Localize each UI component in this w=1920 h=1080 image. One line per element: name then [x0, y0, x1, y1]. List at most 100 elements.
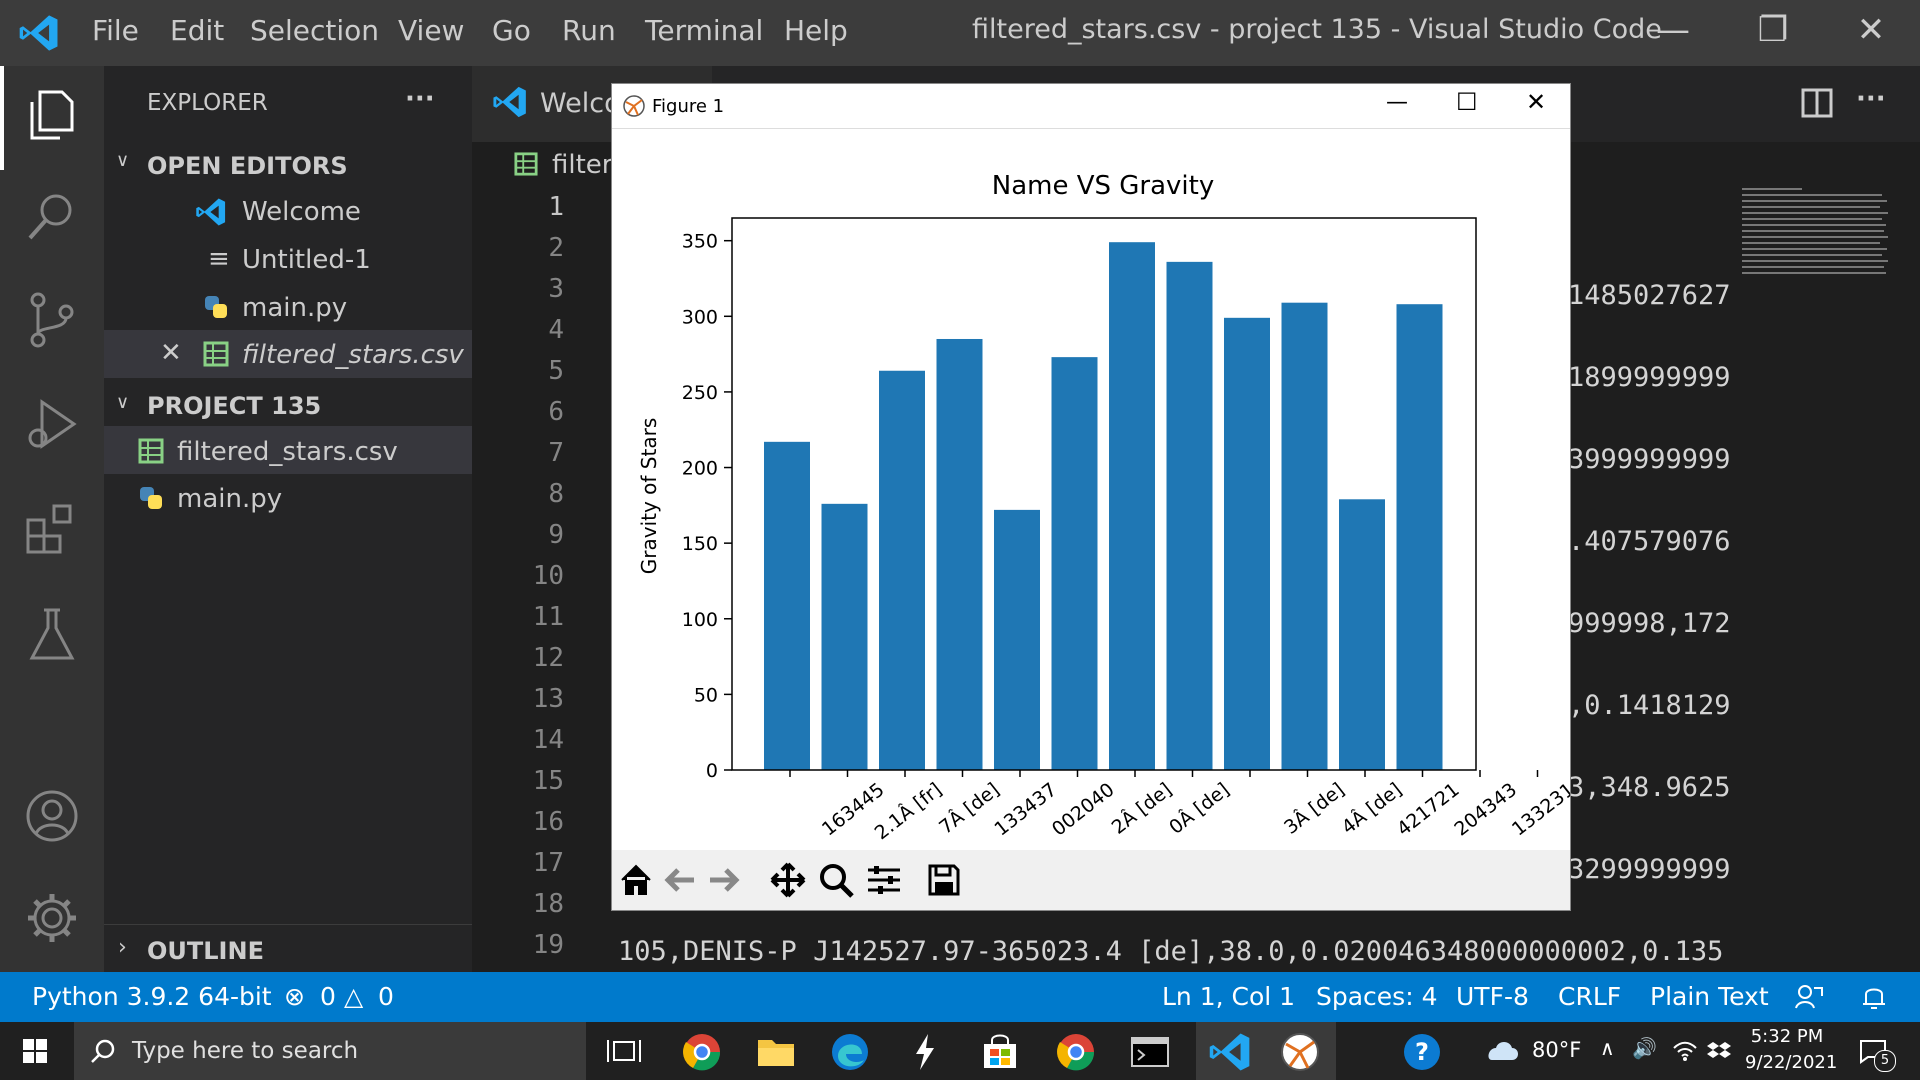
line-number: 7	[548, 438, 564, 468]
error-icon[interactable]: ⊗	[284, 982, 305, 1011]
cursor-position[interactable]: Ln 1, Col 1	[1162, 982, 1295, 1011]
line-number: 1	[548, 192, 564, 222]
chevron-down-icon[interactable]: ∨	[116, 392, 129, 413]
figure-maximize-button[interactable]: ☐	[1456, 88, 1478, 116]
active-indicator	[0, 66, 4, 170]
project-header[interactable]: PROJECT 135	[147, 392, 321, 420]
menu-terminal[interactable]: Terminal	[645, 14, 763, 47]
open-editor-untitled[interactable]: Untitled-1	[242, 245, 371, 275]
account-icon[interactable]	[22, 786, 82, 846]
chrome-icon[interactable]	[1054, 1030, 1098, 1074]
file-filtered-stars[interactable]: filtered_stars.csv	[177, 437, 398, 467]
pan-icon[interactable]	[768, 860, 808, 900]
error-count[interactable]: 0	[320, 982, 336, 1011]
app-bolt-icon[interactable]	[902, 1030, 946, 1074]
chevron-down-icon[interactable]: ∨	[116, 150, 129, 171]
close-editor-icon[interactable]: ✕	[160, 338, 182, 368]
search-icon[interactable]	[22, 186, 82, 246]
save-figure-icon[interactable]	[924, 860, 964, 900]
zoom-icon[interactable]	[816, 860, 856, 900]
taskbar-time[interactable]: 5:32 PM	[1745, 1026, 1829, 1047]
windows-start-icon[interactable]	[22, 1038, 48, 1064]
testing-flask-icon[interactable]	[22, 604, 82, 664]
figure-minimize-button[interactable]: —	[1386, 90, 1408, 115]
store-icon[interactable]	[978, 1030, 1022, 1074]
x-tick-label: 002040	[1048, 779, 1119, 841]
csv-file-icon	[138, 438, 164, 464]
menu-view[interactable]: View	[398, 14, 464, 47]
explorer-more-button[interactable]: ···	[405, 84, 435, 114]
vscode-taskbar-icon[interactable]	[1208, 1030, 1252, 1074]
language-mode[interactable]: Plain Text	[1650, 982, 1769, 1011]
warning-icon[interactable]: △	[344, 982, 363, 1011]
settings-gear-icon[interactable]	[22, 888, 82, 948]
x-tick-label: 4Â [de]	[1337, 778, 1406, 839]
task-view-icon[interactable]	[602, 1030, 646, 1074]
menu-go[interactable]: Go	[492, 14, 531, 47]
menu-edit[interactable]: Edit	[170, 14, 224, 47]
menu-run[interactable]: Run	[562, 14, 616, 47]
line-number: 18	[532, 889, 564, 919]
bar	[1281, 302, 1328, 770]
outline-header[interactable]: OUTLINE	[147, 937, 264, 965]
feedback-icon[interactable]	[1794, 982, 1824, 1012]
y-tick-label: 300	[682, 306, 718, 328]
open-editor-welcome[interactable]: Welcome	[242, 197, 361, 227]
line-number: 12	[532, 643, 564, 673]
restore-button[interactable]: ❐	[1738, 10, 1808, 56]
open-editors-header[interactable]: OPEN EDITORS	[147, 152, 348, 180]
split-editor-icon[interactable]	[1800, 86, 1834, 120]
python-file-icon	[205, 296, 227, 318]
y-tick-label: 0	[706, 760, 718, 782]
run-debug-icon[interactable]	[22, 394, 82, 454]
file-explorer-icon[interactable]	[754, 1030, 798, 1074]
open-editor-filtered-stars[interactable]: filtered_stars.csv	[242, 340, 464, 370]
home-icon[interactable]	[616, 860, 656, 900]
figure-close-button[interactable]: ✕	[1526, 88, 1546, 116]
menu-file[interactable]: File	[92, 14, 139, 47]
dropbox-icon[interactable]	[1706, 1040, 1732, 1062]
extensions-icon[interactable]	[22, 498, 82, 558]
breadcrumb-file[interactable]: filter	[552, 150, 612, 180]
line-number: 3	[548, 274, 564, 304]
minimap[interactable]	[1740, 186, 1890, 296]
notifications-bell-icon[interactable]	[1860, 982, 1888, 1012]
line-number: 14	[532, 725, 564, 755]
tab-welcome-label[interactable]: Welco	[540, 88, 621, 119]
indentation-status[interactable]: Spaces: 4	[1316, 982, 1437, 1011]
open-editor-main-py[interactable]: main.py	[242, 293, 347, 323]
configure-subplots-icon[interactable]	[864, 860, 904, 900]
python-interpreter-status[interactable]: Python 3.9.2 64-bit	[32, 982, 272, 1011]
eol-status[interactable]: CRLF	[1558, 982, 1621, 1011]
menu-help[interactable]: Help	[784, 14, 848, 47]
y-tick-label: 100	[682, 609, 718, 631]
warning-count[interactable]: 0	[378, 982, 394, 1011]
help-icon[interactable]: ?	[1400, 1030, 1444, 1074]
encoding-status[interactable]: UTF-8	[1456, 982, 1529, 1011]
close-button[interactable]: ✕	[1836, 10, 1906, 56]
back-arrow-icon[interactable]	[660, 860, 700, 900]
terminal-icon[interactable]	[1128, 1030, 1172, 1074]
editor-more-button[interactable]: ···	[1856, 84, 1886, 114]
chevron-up-icon[interactable]: ∧	[1600, 1036, 1615, 1060]
taskbar-date[interactable]: 9/22/2021	[1745, 1052, 1837, 1073]
forward-arrow-icon[interactable]	[704, 860, 744, 900]
weather-cloud-icon[interactable]	[1484, 1036, 1520, 1064]
wifi-icon[interactable]	[1672, 1040, 1698, 1062]
bar	[1109, 242, 1155, 770]
file-main-py[interactable]: main.py	[177, 484, 282, 514]
matplotlib-taskbar-icon[interactable]	[1278, 1030, 1322, 1074]
x-tick-label: 0Â [de]	[1164, 778, 1233, 839]
edge-icon[interactable]	[828, 1030, 872, 1074]
taskbar-search-placeholder[interactable]: Type here to search	[132, 1038, 358, 1064]
chevron-right-icon[interactable]: ›	[118, 935, 127, 960]
volume-icon[interactable]: 🔊	[1632, 1036, 1657, 1060]
weather-temperature[interactable]: 80°F	[1532, 1038, 1581, 1062]
menu-selection[interactable]: Selection	[250, 14, 379, 47]
vscode-tab-icon	[493, 86, 526, 118]
minimize-button[interactable]: —	[1638, 10, 1708, 56]
csv-file-icon	[203, 341, 229, 367]
explorer-icon[interactable]	[22, 84, 82, 144]
chrome-icon[interactable]	[680, 1030, 724, 1074]
source-control-icon[interactable]	[22, 290, 82, 350]
